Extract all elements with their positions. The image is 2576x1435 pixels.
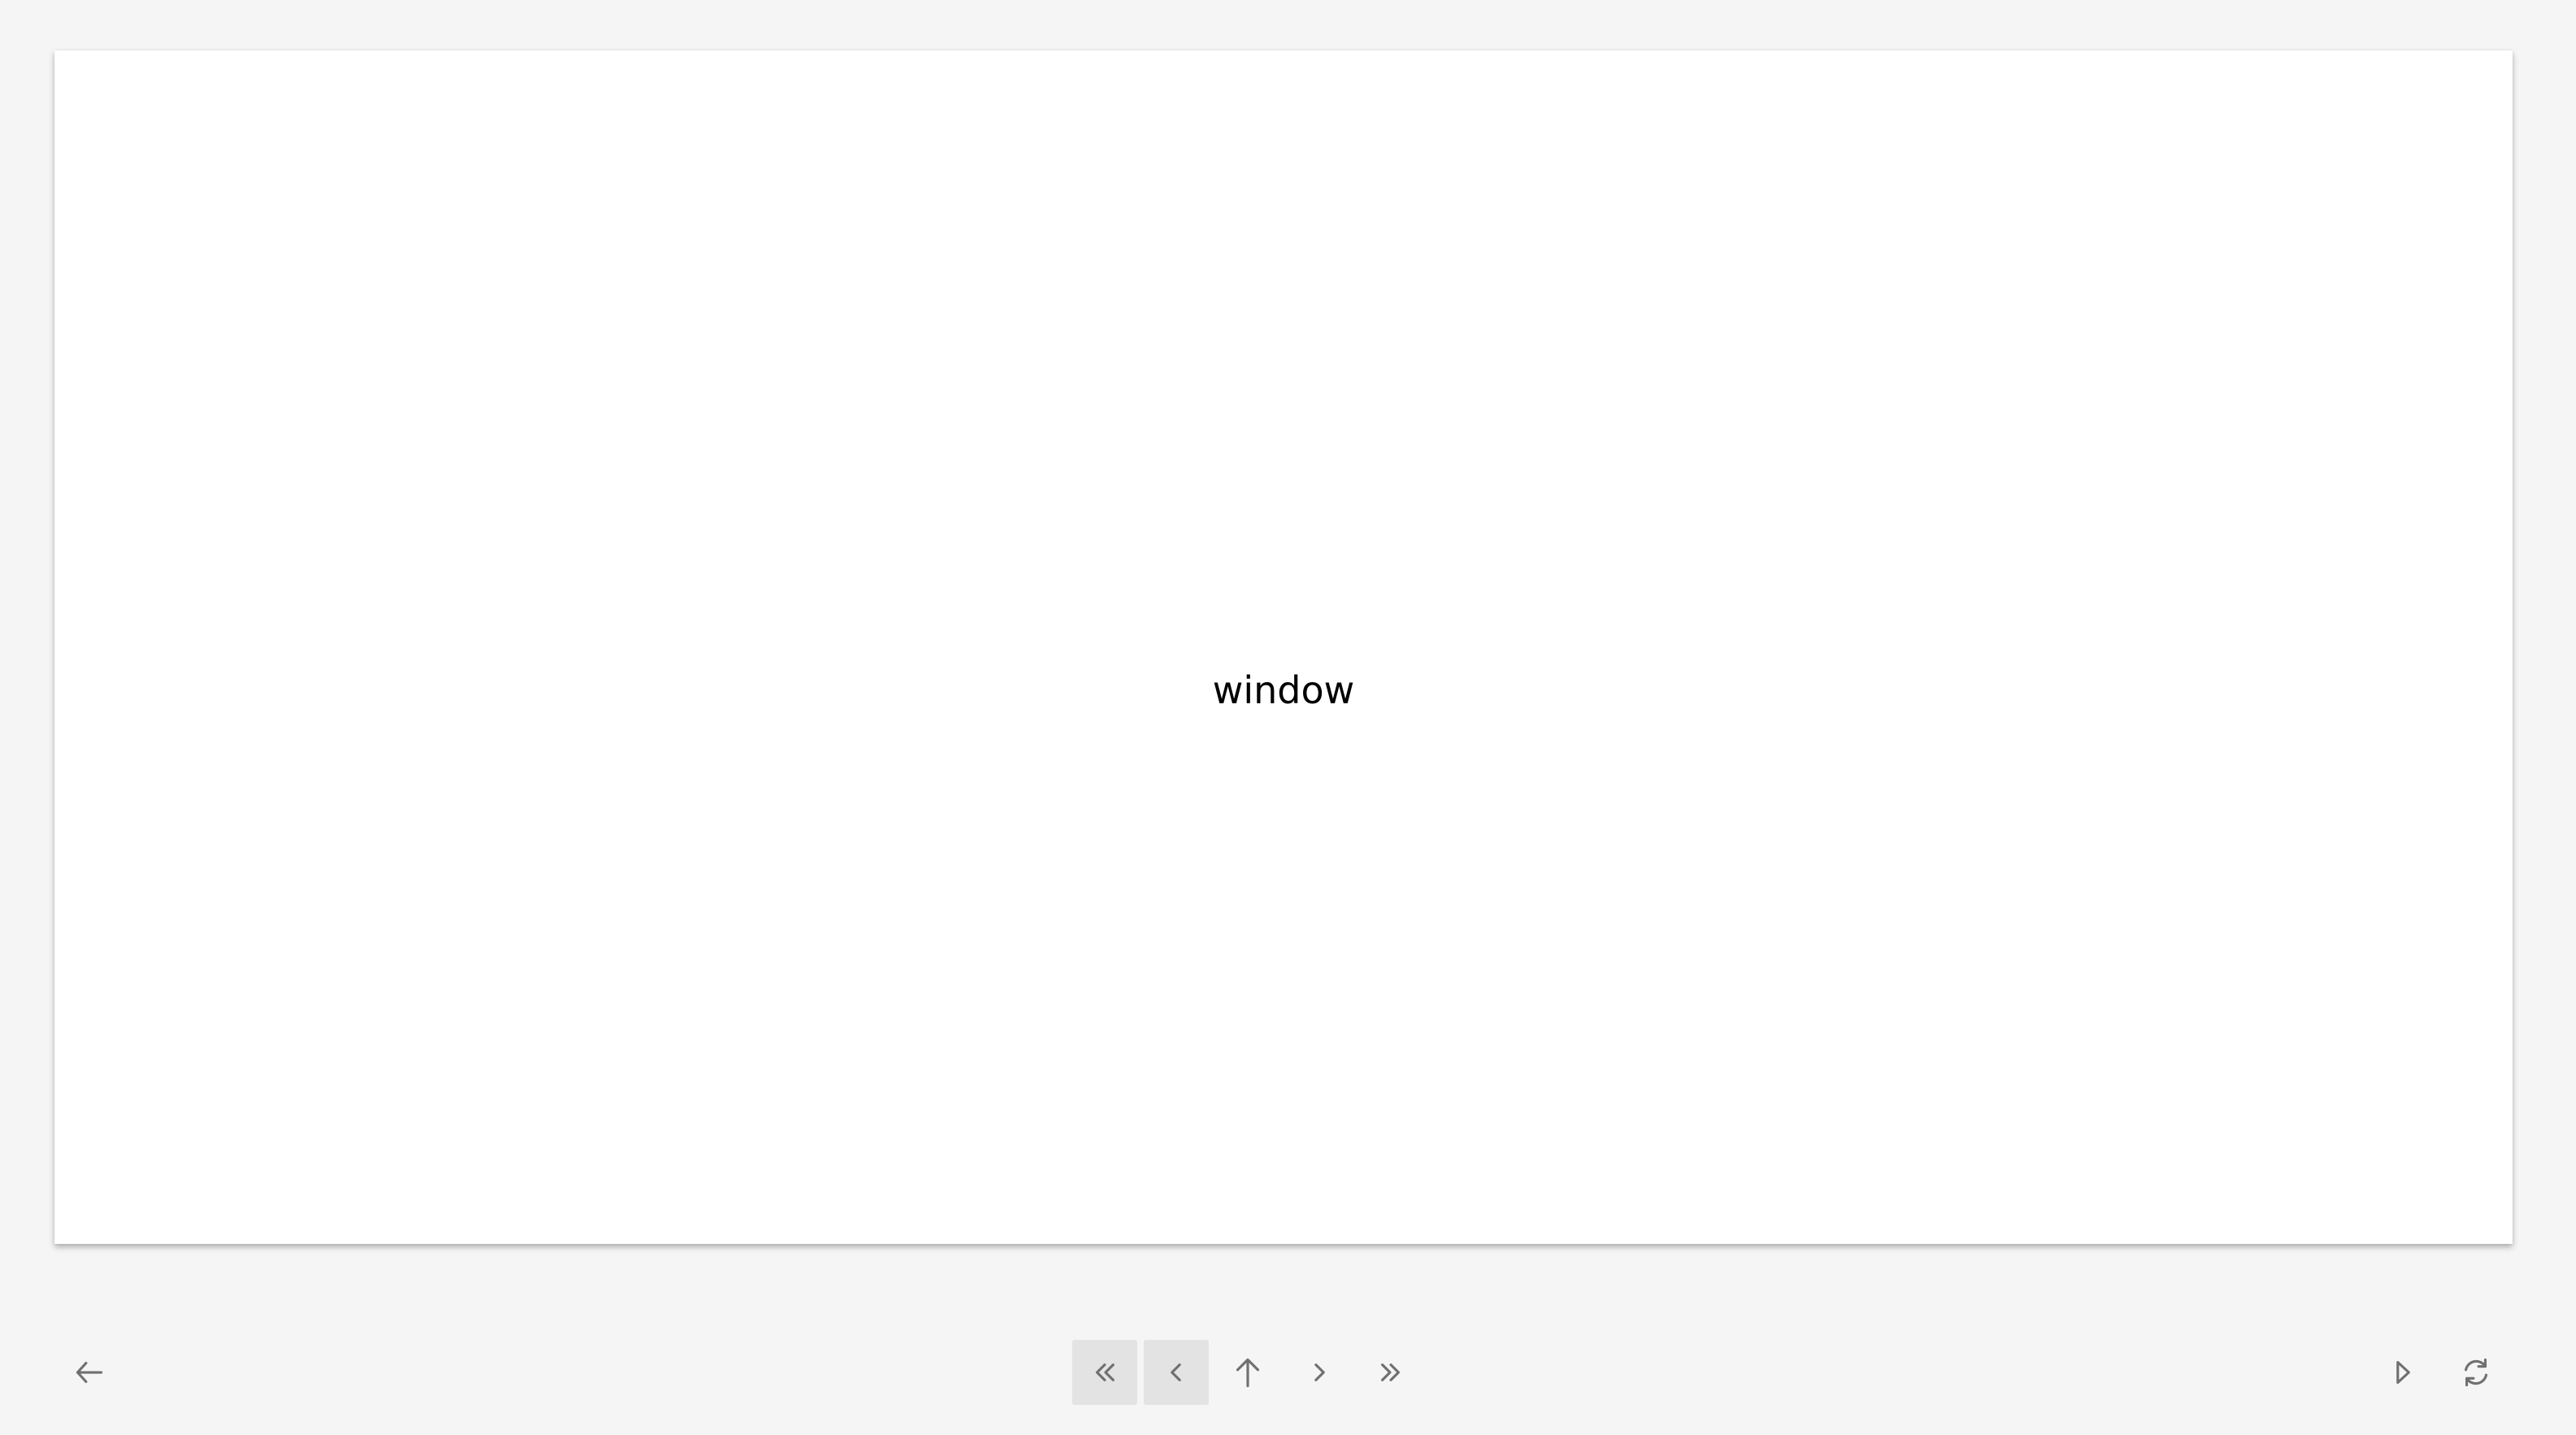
next-button[interactable] [1287, 1340, 1352, 1405]
chevron-right-icon [1314, 1363, 1325, 1381]
back-button[interactable] [57, 1340, 122, 1405]
previous-button[interactable] [1144, 1340, 1209, 1405]
play-outline-icon [2396, 1360, 2410, 1385]
arrow-left-icon [76, 1361, 103, 1384]
last-button[interactable] [1358, 1340, 1423, 1405]
arrow-up-icon [1236, 1358, 1260, 1388]
refresh-button[interactable] [2444, 1340, 2509, 1405]
first-button[interactable] [1072, 1340, 1137, 1405]
double-chevron-right-icon [1381, 1363, 1400, 1381]
play-button[interactable] [2370, 1340, 2435, 1405]
navigation-toolbar [0, 1333, 2576, 1407]
up-button[interactable] [1215, 1340, 1280, 1405]
slide-text: window [1212, 668, 1355, 712]
chevron-left-icon [1171, 1363, 1181, 1381]
slide-card: window [54, 50, 2513, 1244]
refresh-icon [2464, 1358, 2488, 1387]
double-chevron-left-icon [1096, 1363, 1114, 1381]
